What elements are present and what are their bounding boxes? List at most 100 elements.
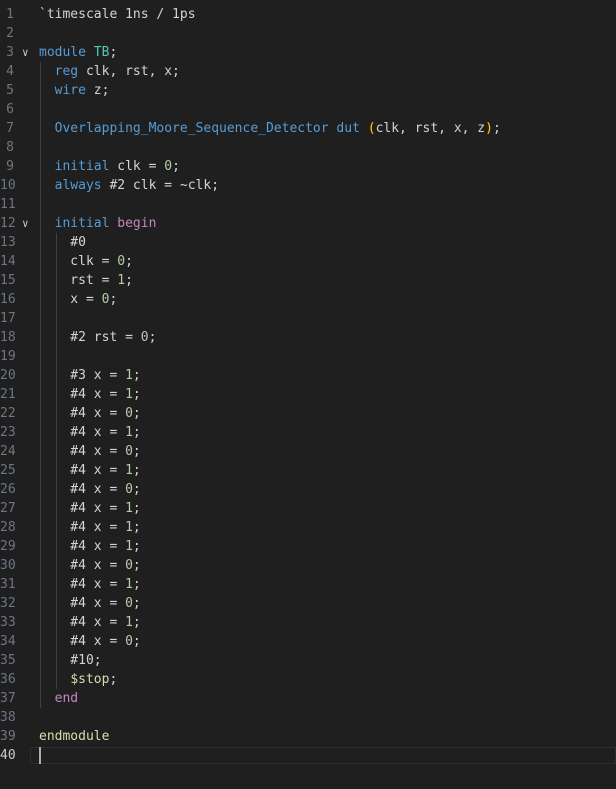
code-token: dut <box>336 121 360 136</box>
line-number: 7 <box>6 121 14 136</box>
code-text: always #2 clk = ~clk; <box>39 176 219 195</box>
code-token: ; <box>132 539 141 554</box>
code-token: 1 <box>125 425 133 440</box>
code-token: 1 <box>125 387 133 402</box>
code-line[interactable]: 17 <box>0 309 616 328</box>
code-token: ( <box>367 121 376 136</box>
fold-chevron-icon[interactable]: ∨ <box>22 43 34 62</box>
line-number: 20 <box>0 368 16 383</box>
line-number: 4 <box>6 64 14 79</box>
code-token: ; <box>109 45 118 60</box>
code-line[interactable]: 26 #4 x = 0; <box>0 480 616 499</box>
code-token: 1 <box>125 501 133 516</box>
code-token: #4 x = <box>39 634 126 649</box>
code-line[interactable]: 4 reg clk, rst, x; <box>0 62 616 81</box>
code-token: reg <box>54 64 79 79</box>
line-number: 18 <box>0 330 16 345</box>
code-token: 1 <box>125 615 133 630</box>
code-text: `timescale 1ns / 1ps <box>39 5 196 24</box>
code-text: #4 x = 0; <box>39 480 140 499</box>
code-text: $stop; <box>39 670 117 689</box>
code-line[interactable]: 15 rst = 1; <box>0 271 616 290</box>
line-number: 21 <box>0 387 16 402</box>
code-token: clk = <box>39 254 118 269</box>
code-token: #4 x = <box>39 520 126 535</box>
code-line[interactable]: 11 <box>0 195 616 214</box>
code-line[interactable]: 27 #4 x = 1; <box>0 499 616 518</box>
code-line[interactable]: 14 clk = 0; <box>0 252 616 271</box>
code-text: #0 <box>39 233 86 252</box>
code-token: ; <box>132 425 141 440</box>
code-token: begin <box>117 216 157 231</box>
code-text: module TB; <box>39 43 117 62</box>
code-line[interactable]: 13 #0 <box>0 233 616 252</box>
code-token: ; <box>109 672 118 687</box>
code-line[interactable]: 40 <box>0 746 616 765</box>
code-token: 0 <box>125 444 133 459</box>
code-line[interactable]: 31 #4 x = 1; <box>0 575 616 594</box>
code-line[interactable]: 5 wire z; <box>0 81 616 100</box>
line-number: 37 <box>0 691 16 706</box>
code-token: #2 rst = <box>39 330 141 345</box>
code-token: #4 x = <box>39 615 126 630</box>
code-editor[interactable]: 1 `timescale 1ns / 1ps 2 3 ∨ module TB; 4 reg … <box>0 0 616 789</box>
code-token: endmodule <box>39 729 110 744</box>
code-line[interactable]: 22 #4 x = 0; <box>0 404 616 423</box>
line-number: 16 <box>0 292 16 307</box>
code-token: #2 clk = ~clk; <box>101 178 220 193</box>
code-line[interactable]: 39 endmodule <box>0 727 616 746</box>
code-line[interactable]: 37 end <box>0 689 616 708</box>
code-token: 1 <box>125 463 133 478</box>
code-line[interactable]: 12 ∨ initial begin <box>0 214 616 233</box>
line-number: 34 <box>0 634 16 649</box>
code-token: ; <box>148 330 157 345</box>
line-number: 28 <box>0 520 16 535</box>
code-line[interactable]: 7 Overlapping_Moore_Sequence_Detector du… <box>0 119 616 138</box>
code-line[interactable]: 16 x = 0; <box>0 290 616 309</box>
code-line[interactable]: 32 #4 x = 0; <box>0 594 616 613</box>
code-line[interactable]: 8 <box>0 138 616 157</box>
line-number: 32 <box>0 596 16 611</box>
code-line[interactable]: 18 #2 rst = 0; <box>0 328 616 347</box>
code-line[interactable]: 3 ∨ module TB; <box>0 43 616 62</box>
code-text: #4 x = 1; <box>39 461 140 480</box>
code-line[interactable]: 24 #4 x = 0; <box>0 442 616 461</box>
code-token: z; <box>85 83 110 98</box>
code-line[interactable]: 25 #4 x = 1; <box>0 461 616 480</box>
line-number: 29 <box>0 539 16 554</box>
code-token: ; <box>125 254 133 269</box>
code-token: 1 <box>125 520 133 535</box>
line-number: 39 <box>0 729 16 744</box>
line-number: 22 <box>0 406 16 421</box>
line-number: 2 <box>6 26 14 41</box>
code-token: ; <box>132 615 141 630</box>
code-line[interactable]: 38 <box>0 708 616 727</box>
code-line[interactable]: 20 #3 x = 1; <box>0 366 616 385</box>
code-token: $stop <box>70 672 110 687</box>
line-number: 31 <box>0 577 16 592</box>
code-line[interactable]: 29 #4 x = 1; <box>0 537 616 556</box>
line-number: 10 <box>0 178 16 193</box>
code-line[interactable]: 35 #10; <box>0 651 616 670</box>
code-token: 0 <box>125 596 133 611</box>
code-line[interactable]: 10 always #2 clk = ~clk; <box>0 176 616 195</box>
code-token: #4 x = <box>39 596 126 611</box>
line-number: 33 <box>0 615 16 630</box>
code-line[interactable]: 1 `timescale 1ns / 1ps <box>0 5 616 24</box>
code-line[interactable]: 23 #4 x = 1; <box>0 423 616 442</box>
code-line[interactable]: 33 #4 x = 1; <box>0 613 616 632</box>
fold-chevron-icon[interactable]: ∨ <box>22 214 34 233</box>
code-line[interactable]: 6 <box>0 100 616 119</box>
code-line[interactable]: 36 $stop; <box>0 670 616 689</box>
line-number: 11 <box>0 197 16 212</box>
code-line[interactable]: 30 #4 x = 0; <box>0 556 616 575</box>
code-line[interactable]: 28 #4 x = 1; <box>0 518 616 537</box>
code-line[interactable]: 9 initial clk = 0; <box>0 157 616 176</box>
code-line[interactable]: 2 <box>0 24 616 43</box>
code-line[interactable]: 19 <box>0 347 616 366</box>
code-line[interactable]: 34 #4 x = 0; <box>0 632 616 651</box>
code-line[interactable]: 21 #4 x = 1; <box>0 385 616 404</box>
